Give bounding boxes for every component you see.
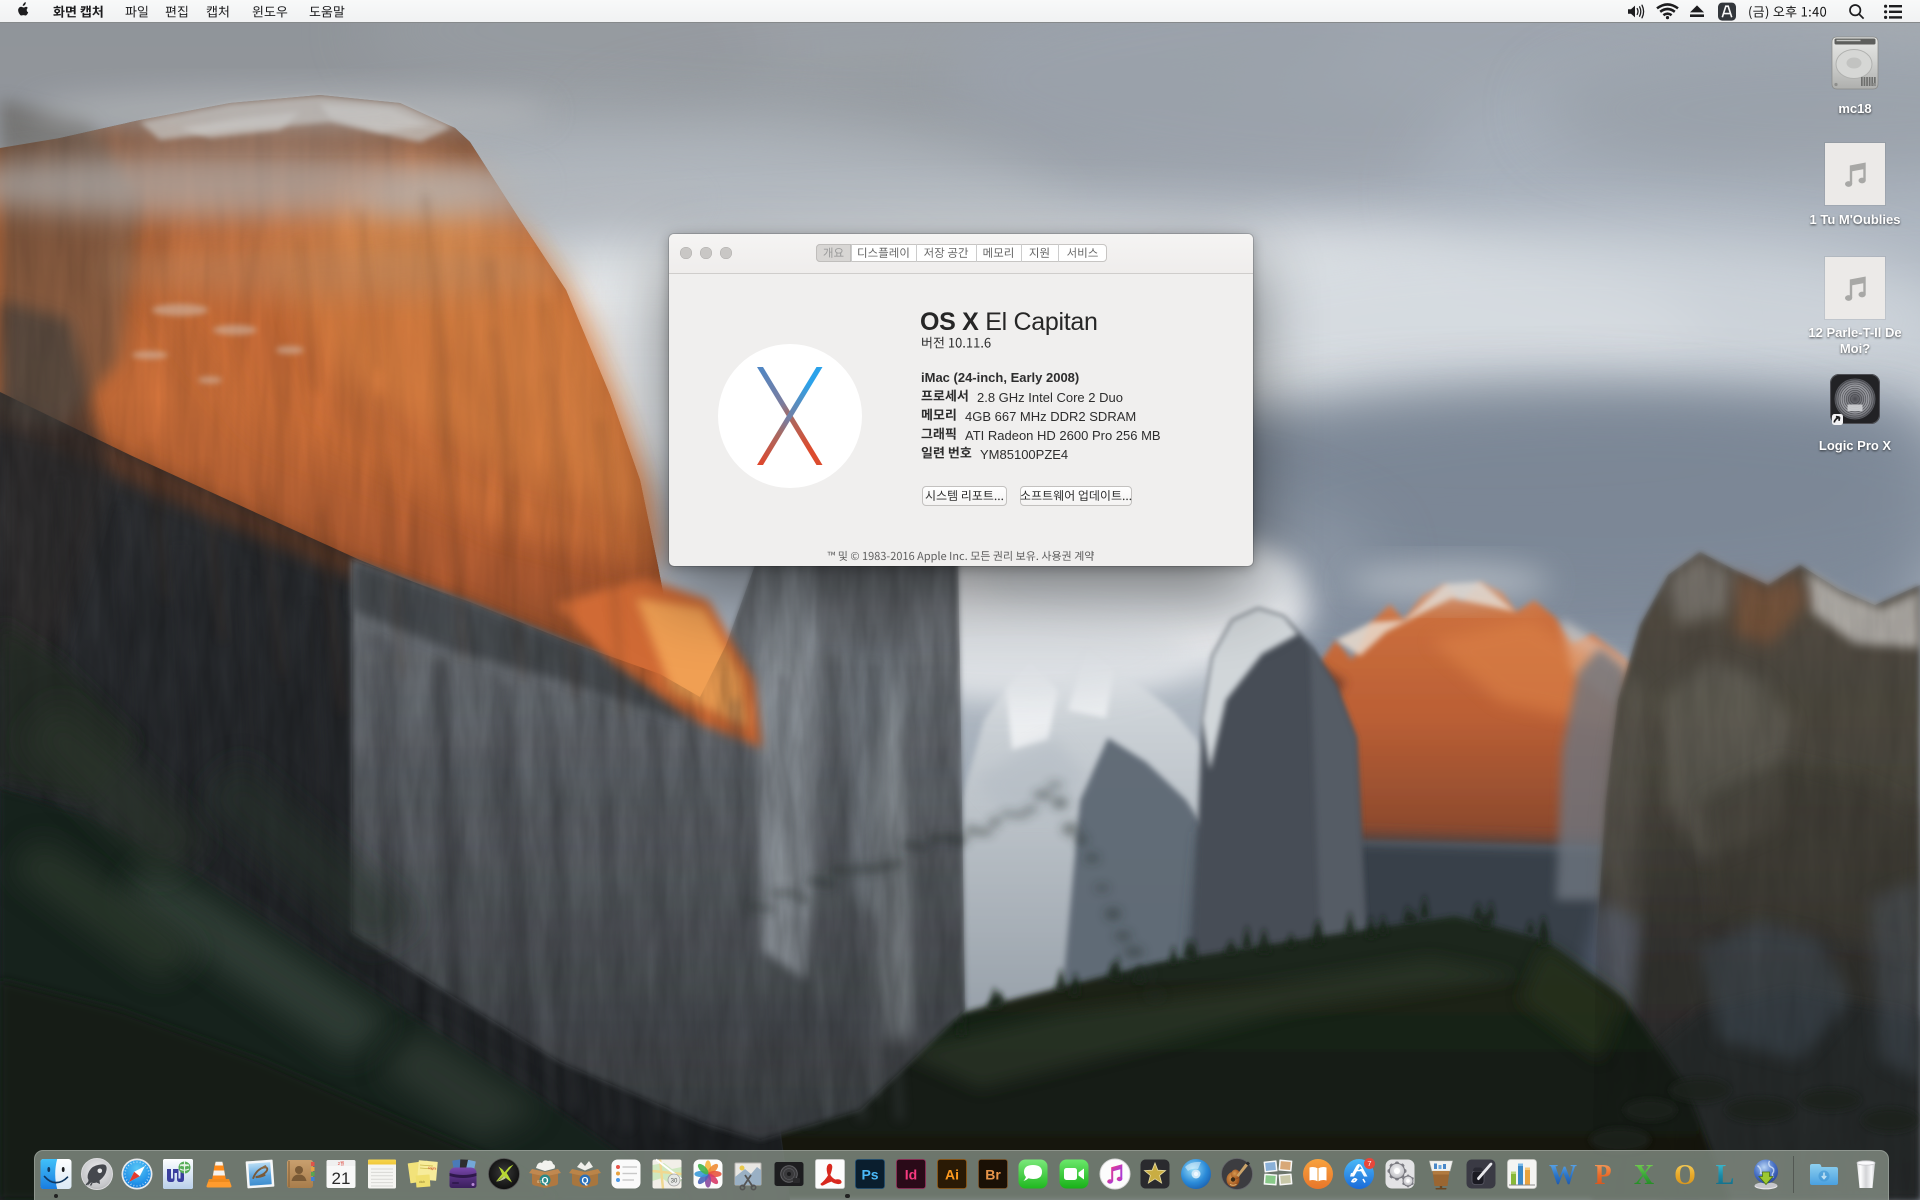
svg-text:Right: Right bbox=[427, 1166, 436, 1171]
svg-text:club: club bbox=[419, 1180, 425, 1184]
svg-text:L: L bbox=[1715, 1160, 1734, 1191]
svg-text:O: O bbox=[1674, 1160, 1696, 1191]
svg-text:Ps: Ps bbox=[862, 1167, 879, 1183]
svg-text:Id: Id bbox=[905, 1167, 917, 1183]
svg-text:Ai: Ai bbox=[945, 1167, 959, 1183]
svg-text:Q: Q bbox=[582, 1176, 589, 1186]
svg-text:30: 30 bbox=[670, 1179, 677, 1185]
svg-text:X: X bbox=[1634, 1160, 1654, 1191]
svg-text:P: P bbox=[1595, 1160, 1612, 1191]
svg-text:7: 7 bbox=[1367, 1159, 1371, 1168]
svg-text:STX: STX bbox=[537, 1180, 544, 1184]
svg-text:Br: Br bbox=[985, 1167, 1001, 1183]
svg-text:W: W bbox=[1549, 1160, 1577, 1191]
svg-text:2월: 2월 bbox=[338, 1160, 345, 1167]
svg-text:21: 21 bbox=[332, 1169, 351, 1188]
